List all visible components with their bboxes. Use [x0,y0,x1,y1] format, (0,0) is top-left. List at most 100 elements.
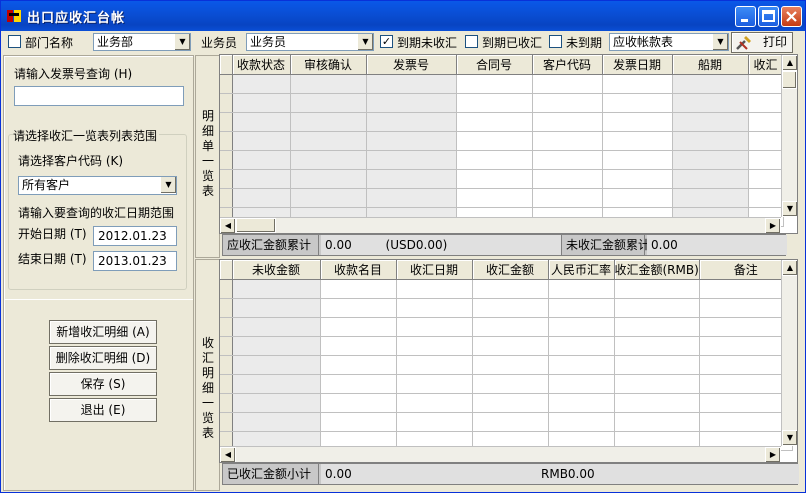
table-cell[interactable] [672,93,749,113]
table-cell[interactable] [748,93,784,113]
start-date-input[interactable]: 2012.01.23 [93,226,177,246]
table-row[interactable] [220,279,793,299]
table-cell[interactable] [602,74,673,94]
table-cell[interactable] [548,412,615,432]
detail-col-header[interactable]: 船期 [672,55,749,75]
table-cell[interactable] [532,169,603,189]
invoice-query-input[interactable] [14,86,184,106]
table-cell[interactable] [699,279,793,299]
table-cell[interactable] [614,393,700,413]
scroll-up-icon[interactable]: ▲ [782,55,797,71]
table-cell[interactable] [602,150,673,170]
report-select[interactable]: 应收帐款表 ▼ [609,33,729,51]
salesman-select[interactable]: 业务员 ▼ [246,33,374,51]
table-cell[interactable] [366,188,457,208]
delete-detail-button[interactable]: 删除收汇明细 (D) [49,346,157,370]
receipt-col-header[interactable]: 备注 [699,260,793,280]
table-cell[interactable] [472,298,549,318]
table-cell[interactable] [614,374,700,394]
table-cell[interactable] [290,93,367,113]
scroll-right-icon[interactable]: ▶ [765,447,781,462]
row-indicator[interactable] [220,336,233,356]
table-cell[interactable] [290,169,367,189]
table-cell[interactable] [699,393,793,413]
table-cell[interactable] [232,355,321,375]
dept-checkbox[interactable] [8,35,21,48]
receipt-col-header[interactable]: 未收金额 [232,260,321,280]
table-row[interactable] [220,169,784,189]
table-cell[interactable] [320,393,397,413]
detail-hscroll-thumb[interactable] [236,218,276,233]
detail-col-header[interactable]: 客户代码 [532,55,603,75]
table-cell[interactable] [232,279,321,299]
receipt-col-header[interactable]: 收汇日期 [396,260,473,280]
table-cell[interactable] [748,150,784,170]
receipt-col-header[interactable]: 收汇金额(RMB) [614,260,700,280]
table-cell[interactable] [699,336,793,356]
row-indicator[interactable] [220,374,233,394]
table-cell[interactable] [232,112,291,132]
table-cell[interactable] [472,336,549,356]
table-cell[interactable] [748,131,784,151]
table-cell[interactable] [366,93,457,113]
receipt-vscroll[interactable]: ▲ ▼ [781,260,797,446]
table-cell[interactable] [699,412,793,432]
table-cell[interactable] [672,131,749,151]
table-cell[interactable] [366,112,457,132]
row-indicator[interactable] [220,74,233,94]
table-cell[interactable] [232,74,291,94]
table-cell[interactable] [456,74,533,94]
table-cell[interactable] [290,131,367,151]
table-cell[interactable] [290,112,367,132]
row-indicator[interactable] [220,131,233,151]
receipt-col-header[interactable]: 人民币汇率 [548,260,615,280]
table-cell[interactable] [396,355,473,375]
table-cell[interactable] [396,336,473,356]
row-indicator[interactable] [220,169,233,189]
row-indicator[interactable] [220,393,233,413]
table-cell[interactable] [548,374,615,394]
table-cell[interactable] [672,188,749,208]
table-cell[interactable] [602,93,673,113]
table-cell[interactable] [232,336,321,356]
table-row[interactable] [220,336,793,356]
table-cell[interactable] [290,150,367,170]
row-indicator[interactable] [220,355,233,375]
end-date-input[interactable]: 2013.01.23 [93,251,177,271]
table-cell[interactable] [366,74,457,94]
scroll-up-icon[interactable]: ▲ [782,260,797,276]
scroll-left-icon[interactable]: ◀ [220,218,236,233]
print-button[interactable]: 打印 [731,32,793,53]
receipt-hscroll[interactable]: ◀ ▶ [220,446,781,462]
table-row[interactable] [220,393,793,413]
detail-col-header[interactable]: 发票日期 [602,55,673,75]
table-cell[interactable] [748,188,784,208]
table-cell[interactable] [396,393,473,413]
row-indicator[interactable] [220,150,233,170]
due-unreceived-checkbox[interactable]: ✓ [380,35,393,48]
due-received-checkbox[interactable] [465,35,478,48]
table-cell[interactable] [532,150,603,170]
scroll-left-icon[interactable]: ◀ [220,447,236,462]
detail-col-header[interactable]: 收汇 [748,55,784,75]
table-cell[interactable] [614,355,700,375]
table-cell[interactable] [366,150,457,170]
customer-code-select[interactable]: 所有客户 ▼ [18,176,177,195]
table-row[interactable] [220,188,784,208]
table-cell[interactable] [456,112,533,132]
table-cell[interactable] [456,93,533,113]
table-cell[interactable] [548,298,615,318]
table-cell[interactable] [290,74,367,94]
table-cell[interactable] [472,279,549,299]
table-row[interactable] [220,131,784,151]
scroll-right-icon[interactable]: ▶ [765,218,781,233]
table-cell[interactable] [748,74,784,94]
table-cell[interactable] [232,412,321,432]
table-cell[interactable] [320,298,397,318]
minimize-button[interactable] [735,6,756,27]
table-cell[interactable] [456,131,533,151]
table-cell[interactable] [532,93,603,113]
table-cell[interactable] [548,336,615,356]
table-cell[interactable] [232,169,291,189]
table-cell[interactable] [532,112,603,132]
